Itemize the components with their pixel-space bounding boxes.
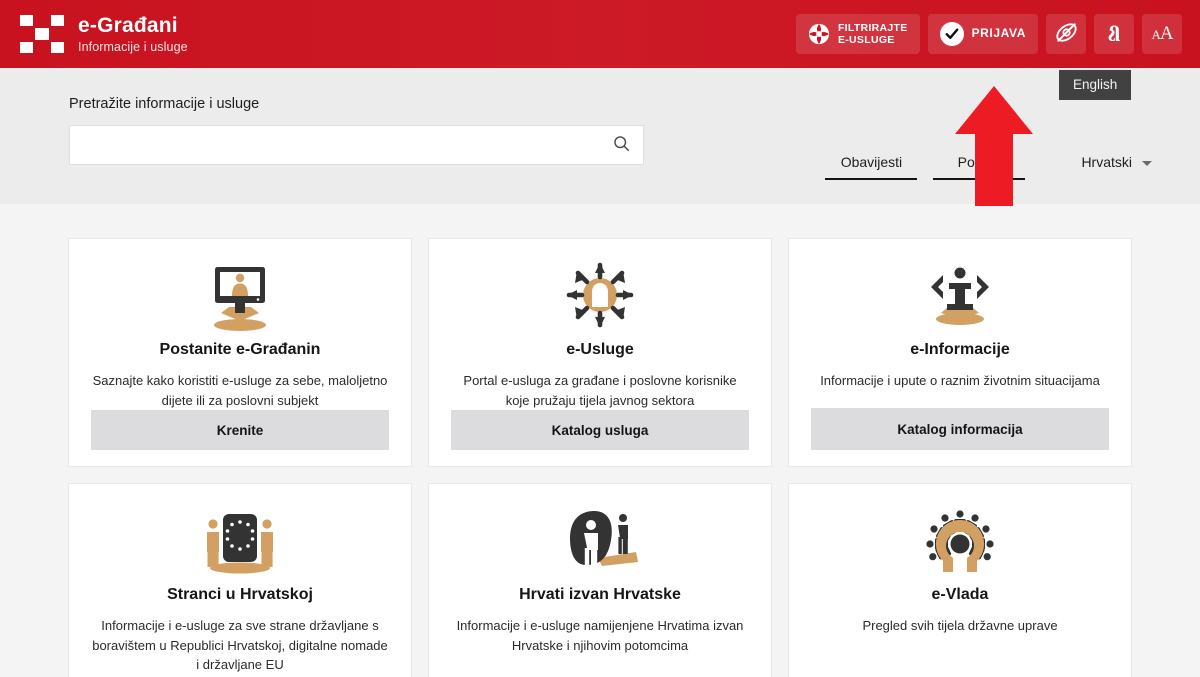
card-hrvati-izvan-hrvatske[interactable]: Hrvati izvan Hrvatske Informacije i e-us… [428,483,772,677]
hide-images-button[interactable] [1046,14,1086,54]
card-description: Informacije i e-usluge za sve strane drž… [92,618,388,672]
sign-language-button[interactable]: ß [1094,14,1134,54]
card-button-krenite[interactable]: Krenite [91,410,389,450]
filter-services-label-line2: E-USLUGE [837,34,895,46]
utility-nav: Obavijesti Pomoć Hrvatski [825,154,1152,180]
search-label: Pretražite informacije i usluge [69,96,260,112]
card-description: Informacije i e-usluge namijenjene Hrvat… [456,618,744,653]
search-input[interactable] [70,126,643,164]
brand-text: e-Građani Informacije i usluge [78,14,188,54]
nav-link-obavijesti[interactable]: Obavijesti [825,154,918,180]
croatian-checkerboard-logo [20,14,64,53]
login-button[interactable]: PRIJAVA [927,14,1038,54]
card-postanite-e-gradanin[interactable]: Postanite e-Građanin Saznajte kako koris… [68,238,412,467]
language-selected-label: Hrvatski [1081,154,1132,170]
search-box[interactable] [69,125,644,165]
filter-services-icon [808,23,830,45]
card-button-katalog-informacija[interactable]: Katalog informacija [811,408,1109,450]
font-size-button[interactable]: AA [1142,14,1182,54]
card-description: Saznajte kako koristiti e-usluge za sebe… [92,373,388,408]
card-e-usluge[interactable]: e-Usluge Portal e-usluga za građane i po… [428,238,772,467]
government-table-icon [915,506,1005,580]
site-header: e-Građani Informacije i usluge FILTRIRAJ… [0,0,1200,68]
card-title: e-Usluge [566,341,634,358]
card-description: Pregled svih tijela državne uprave [862,618,1058,633]
filter-services-button[interactable]: FILTRIRAJTE E-USLUGE [795,14,920,54]
card-title: Stranci u Hrvatskoj [167,586,313,603]
check-circle-icon [939,22,964,46]
english-tooltip[interactable]: English [1059,70,1132,100]
card-button-katalog-usluga[interactable]: Katalog usluga [451,410,749,450]
eu-stars-people-icon [195,506,285,580]
search-icon [613,135,630,155]
search-band: Pretražite informacije i usluge Obavijes… [0,68,1200,204]
search-area: Pretražite informacije i usluge [69,96,644,165]
card-description: Informacije i upute o raznim životnim si… [820,373,1100,388]
card-e-informacije[interactable]: e-Informacije Informacije i upute o razn… [788,238,1132,467]
search-submit-button[interactable] [607,131,635,159]
card-stranci-u-hrvatskoj[interactable]: Stranci u Hrvatskoj Informacije i e-uslu… [68,483,412,677]
header-actions: FILTRIRAJTE E-USLUGE PRIJAVA ß AA [795,14,1182,54]
chevron-down-icon [1142,160,1152,166]
information-arrows-icon [919,261,1001,335]
services-burst-icon [561,261,639,335]
brand-subtitle: Informacije i usluge [78,39,188,54]
cards-area: Postanite e-Građanin Saznajte kako koris… [0,204,1200,677]
filter-services-label: FILTRIRAJTE E-USLUGE [838,22,908,46]
card-title: Postanite e-Građanin [159,341,321,358]
language-selector[interactable]: Hrvatski [1081,154,1152,170]
card-title: e-Informacije [910,341,1010,358]
card-title: Hrvati izvan Hrvatske [519,586,681,603]
brand[interactable]: e-Građani Informacije i usluge [20,14,188,54]
card-title: e-Vlada [931,586,989,603]
filter-services-label-line1: FILTRIRAJTE [837,21,908,34]
login-label: PRIJAVA [971,26,1026,41]
card-grid: Postanite e-Građanin Saznajte kako koris… [68,238,1132,677]
nav-link-pomoc[interactable]: Pomoć [933,154,1026,180]
eye-slash-icon [1054,20,1079,48]
card-description: Portal e-usluga za građane i poslovne ko… [463,373,737,408]
brand-title: e-Građani [78,14,178,38]
font-size-aa-icon: AA [1151,23,1173,44]
sign-language-icon: ß [1107,21,1121,46]
card-e-vlada[interactable]: e-Vlada Pregled svih tijela državne upra… [788,483,1132,677]
monitor-person-icon [201,261,279,335]
two-people-shadow-icon [558,506,642,580]
